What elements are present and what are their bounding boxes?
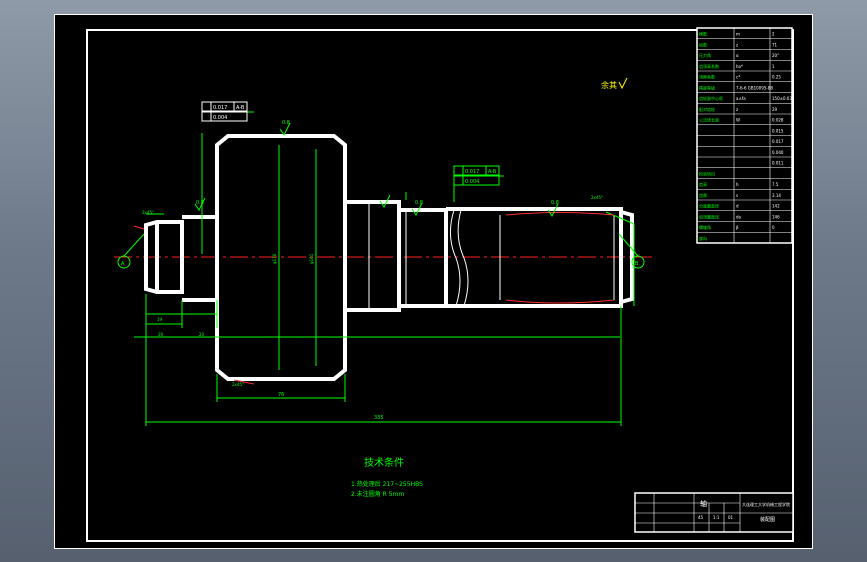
title-drawing-no: 装配图 — [760, 516, 775, 523]
dim-left-3: 20 — [199, 332, 205, 337]
roughness-2: 0.8 — [196, 200, 204, 206]
datum-a: A — [121, 261, 125, 267]
title-part-name: 轴 — [700, 499, 707, 508]
table-cell: 0.017 — [772, 139, 784, 144]
table-cell: 146 — [772, 214, 780, 219]
table-cell: 0.028 — [772, 118, 784, 123]
note-2: 2.未注圆角 R 5mm — [351, 490, 404, 498]
cad-viewport[interactable]: 0.017 A-B 0.004 0.017 A-B 0.004 0.8 0.8 — [0, 0, 867, 562]
dim-gear-width: 76 — [278, 392, 284, 398]
table-cell: 检验项目 — [699, 170, 715, 176]
inner-border — [86, 29, 794, 542]
roughness-note: 余其 — [601, 80, 617, 90]
table-cell: 29 — [772, 107, 778, 112]
dim-overall: 335 — [374, 415, 384, 421]
drawing-canvas[interactable]: 0.017 A-B 0.004 0.017 A-B 0.004 0.8 0.8 — [54, 14, 813, 549]
table-cell: 齿顶高系数 — [699, 63, 719, 69]
roughness-1: 0.8 — [282, 120, 290, 126]
dim-gear-dia: φ176 — [272, 253, 277, 264]
table-cell: 7.5 — [772, 182, 779, 187]
tol-left-value-2: 0.004 — [213, 115, 227, 121]
table-cell: 0.015 — [772, 128, 784, 133]
table-cell: 142 — [772, 204, 780, 209]
table-cell: 齿顶圆直径 — [699, 213, 719, 219]
dim-left-2: 29 — [158, 332, 164, 337]
table-cell: z — [736, 42, 738, 47]
table-cell: 分度圆直径 — [699, 203, 719, 209]
table-cell: a±fa — [736, 96, 746, 101]
table-cell: 压力角 — [699, 52, 711, 58]
tol-right-value: 0.017 — [465, 169, 479, 175]
table-cell: z — [736, 107, 738, 112]
table-cell: 公法线长度 — [699, 117, 719, 123]
table-cell: β — [736, 225, 739, 230]
table-cell: c* — [736, 75, 740, 80]
table-cell: 齿厚 — [699, 192, 707, 198]
note-1: 1.热处理后 217~255HBS — [351, 480, 423, 488]
shaft-drawing: 0.017 A-B 0.004 0.017 A-B 0.004 0.8 0.8 — [54, 14, 813, 549]
notes-title: 技术条件 — [364, 456, 404, 469]
chamfer-right: 2x45° — [591, 195, 603, 200]
tol-right-datum: A-B — [488, 169, 497, 175]
dimension-lines — [117, 111, 645, 426]
table-cell: 顶隙系数 — [699, 74, 715, 80]
table-cell: 旋向 — [699, 235, 707, 241]
table-cell: 模数 — [699, 31, 707, 37]
table-cell: 齿数 — [699, 41, 707, 47]
table-cell: 20° — [772, 53, 779, 58]
title-block — [634, 492, 794, 533]
title-school: 大连理工大学机械工程学院 — [742, 501, 790, 507]
table-cell: 齿轮副中心距 — [699, 95, 723, 101]
tol-left-datum: A-B — [236, 105, 245, 111]
dim-root-dia: φ161 — [309, 253, 314, 264]
roughness-note-symbol — [618, 77, 628, 90]
tol-left-value: 0.017 — [213, 105, 227, 111]
table-cell: 螺旋角 — [699, 224, 711, 230]
tol-right-value-2: 0.004 — [465, 179, 479, 185]
table-cell: s — [736, 193, 738, 198]
shaft-details — [368, 202, 615, 310]
table-cell: 齿高 — [699, 181, 707, 187]
chamfer-left: 2x45° — [142, 210, 154, 215]
table-cell: m — [736, 32, 740, 37]
table-cell: da — [736, 214, 742, 219]
parameter-table — [696, 27, 793, 244]
table-cell: 71 — [772, 42, 778, 47]
table-cell: 7-6-6 GB10095-88 — [736, 85, 773, 90]
table-cell: W — [736, 118, 740, 123]
title-sheet: 01 — [728, 515, 734, 520]
table-cell: 精度等级 — [699, 84, 715, 90]
title-material: 45 — [698, 515, 704, 520]
table-cell: 0.25 — [772, 75, 781, 80]
dim-left-1: 19 — [157, 317, 163, 322]
datum-b: B — [635, 261, 639, 267]
title-scale: 1:1 — [713, 515, 720, 520]
table-cell: 配对齿轮 — [699, 106, 715, 112]
table-cell: α — [736, 53, 739, 58]
table-cell: 0.011 — [772, 161, 784, 166]
table-cell: 3.14 — [772, 193, 781, 198]
table-cell: ha* — [736, 64, 743, 69]
roughness-4: 0.8 — [551, 200, 559, 206]
table-cell: 0.040 — [772, 150, 784, 155]
table-cell: 150±0.032 — [772, 96, 795, 101]
roughness-3: 0.8 — [415, 200, 423, 206]
chamfer-bottom: 2x45° — [232, 382, 244, 387]
